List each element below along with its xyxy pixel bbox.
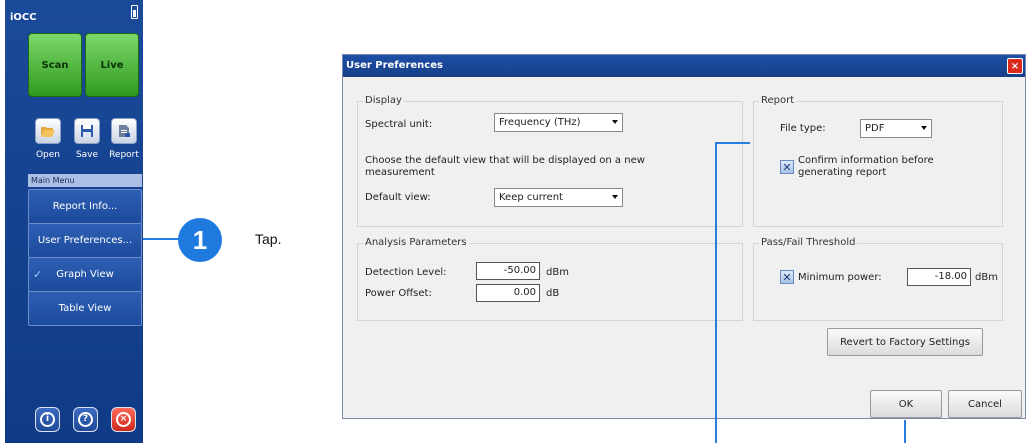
open-label: Open — [35, 150, 61, 160]
callout-step-number: 1 — [178, 218, 222, 262]
menu-item-table-view[interactable]: Table View — [28, 291, 142, 326]
report-button[interactable] — [111, 118, 137, 144]
pointer-line-report — [716, 142, 750, 144]
dialog-close-button[interactable]: × — [1007, 58, 1023, 74]
confirm-info-label: Confirm information before generating re… — [798, 155, 934, 178]
power-offset-label: Power Offset: — [365, 288, 432, 299]
help-button[interactable]: ? — [73, 407, 98, 432]
chevron-down-icon — [612, 195, 618, 199]
pointer-line-report-vertical — [715, 142, 717, 443]
confirm-info-checkbox[interactable]: ✕ — [780, 160, 794, 174]
dialog-title-bar: User Preferences — [343, 55, 1025, 77]
detection-level-input[interactable]: -50.00 — [476, 262, 540, 280]
close-icon: × — [1010, 60, 1020, 72]
default-view-value: Keep current — [499, 192, 563, 203]
close-icon: × — [116, 412, 131, 427]
file-type-label: File type: — [780, 123, 826, 134]
help-icon: ? — [78, 412, 93, 427]
spectral-unit-value: Frequency (THz) — [499, 117, 581, 128]
report-group: Report File type: PDF ✕ Confirm informat… — [753, 95, 1003, 227]
minimum-power-unit: dBm — [975, 272, 998, 283]
chevron-down-icon — [921, 126, 927, 130]
open-button[interactable] — [35, 118, 61, 144]
save-button[interactable] — [74, 118, 100, 144]
chevron-down-icon — [612, 120, 618, 124]
menu-item-label: Report Info... — [52, 201, 118, 212]
scan-button[interactable]: Scan — [28, 33, 82, 97]
spectral-unit-label: Spectral unit: — [365, 119, 433, 130]
report-group-title: Report — [759, 95, 797, 106]
minimum-power-input[interactable]: -18.00 — [907, 268, 971, 286]
battery-icon — [131, 5, 138, 19]
menu-item-label: User Preferences... — [37, 235, 133, 246]
dialog-title: User Preferences — [346, 60, 443, 71]
save-label: Save — [75, 150, 99, 160]
detection-level-unit: dBm — [546, 267, 569, 278]
menu-item-graph-view[interactable]: ✓ Graph View — [28, 257, 142, 292]
pointer-line-ok — [904, 420, 906, 443]
minimum-power-label: Minimum power: — [798, 272, 882, 283]
info-button[interactable]: i — [35, 407, 60, 432]
file-type-value: PDF — [865, 123, 885, 134]
cancel-button[interactable]: Cancel — [948, 390, 1022, 418]
analysis-group-title: Analysis Parameters — [363, 237, 469, 248]
checkmark-icon: ✓ — [33, 268, 43, 281]
menu-item-report-info[interactable]: Report Info... — [28, 189, 142, 224]
live-button[interactable]: Live — [85, 33, 139, 97]
app-sidebar: iOCC Scan Live Open Save Report Main Men… — [5, 0, 143, 443]
menu-item-label: Graph View — [56, 269, 114, 280]
checkbox-check-icon: ✕ — [782, 160, 792, 174]
folder-open-icon — [41, 127, 55, 137]
exit-button[interactable]: × — [111, 407, 136, 432]
default-view-description: Choose the default view that will be dis… — [365, 155, 645, 178]
display-group: Display Spectral unit: Frequency (THz) C… — [357, 95, 743, 227]
power-offset-unit: dB — [546, 288, 560, 299]
menu-item-user-preferences[interactable]: User Preferences... — [28, 223, 142, 258]
checkbox-check-icon: ✕ — [782, 270, 792, 284]
report-document-icon — [119, 125, 130, 137]
default-view-label: Default view: — [365, 192, 431, 203]
info-icon: i — [40, 412, 55, 427]
report-label: Report — [109, 150, 139, 160]
callout-instruction: Tap. — [255, 231, 282, 247]
app-title: iOCC — [10, 12, 37, 23]
ok-button[interactable]: OK — [870, 390, 942, 418]
analysis-parameters-group: Analysis Parameters Detection Level: -50… — [357, 237, 743, 321]
user-preferences-dialog: User Preferences × Display Spectral unit… — [342, 54, 1026, 419]
detection-level-label: Detection Level: — [365, 267, 447, 278]
power-offset-input[interactable]: 0.00 — [476, 284, 540, 302]
main-menu-header: Main Menu — [28, 174, 142, 187]
revert-factory-settings-button[interactable]: Revert to Factory Settings — [827, 328, 983, 356]
callout-pointer-line — [143, 238, 183, 240]
floppy-disk-icon — [81, 125, 93, 137]
minimum-power-checkbox[interactable]: ✕ — [780, 270, 794, 284]
file-type-select[interactable]: PDF — [860, 119, 932, 138]
display-group-title: Display — [363, 95, 404, 106]
spectral-unit-select[interactable]: Frequency (THz) — [494, 113, 623, 132]
pass-fail-threshold-group: Pass/Fail Threshold ✕ Minimum power: -18… — [753, 237, 1003, 321]
menu-item-label: Table View — [58, 303, 112, 314]
default-view-select[interactable]: Keep current — [494, 188, 623, 207]
threshold-group-title: Pass/Fail Threshold — [759, 237, 858, 248]
